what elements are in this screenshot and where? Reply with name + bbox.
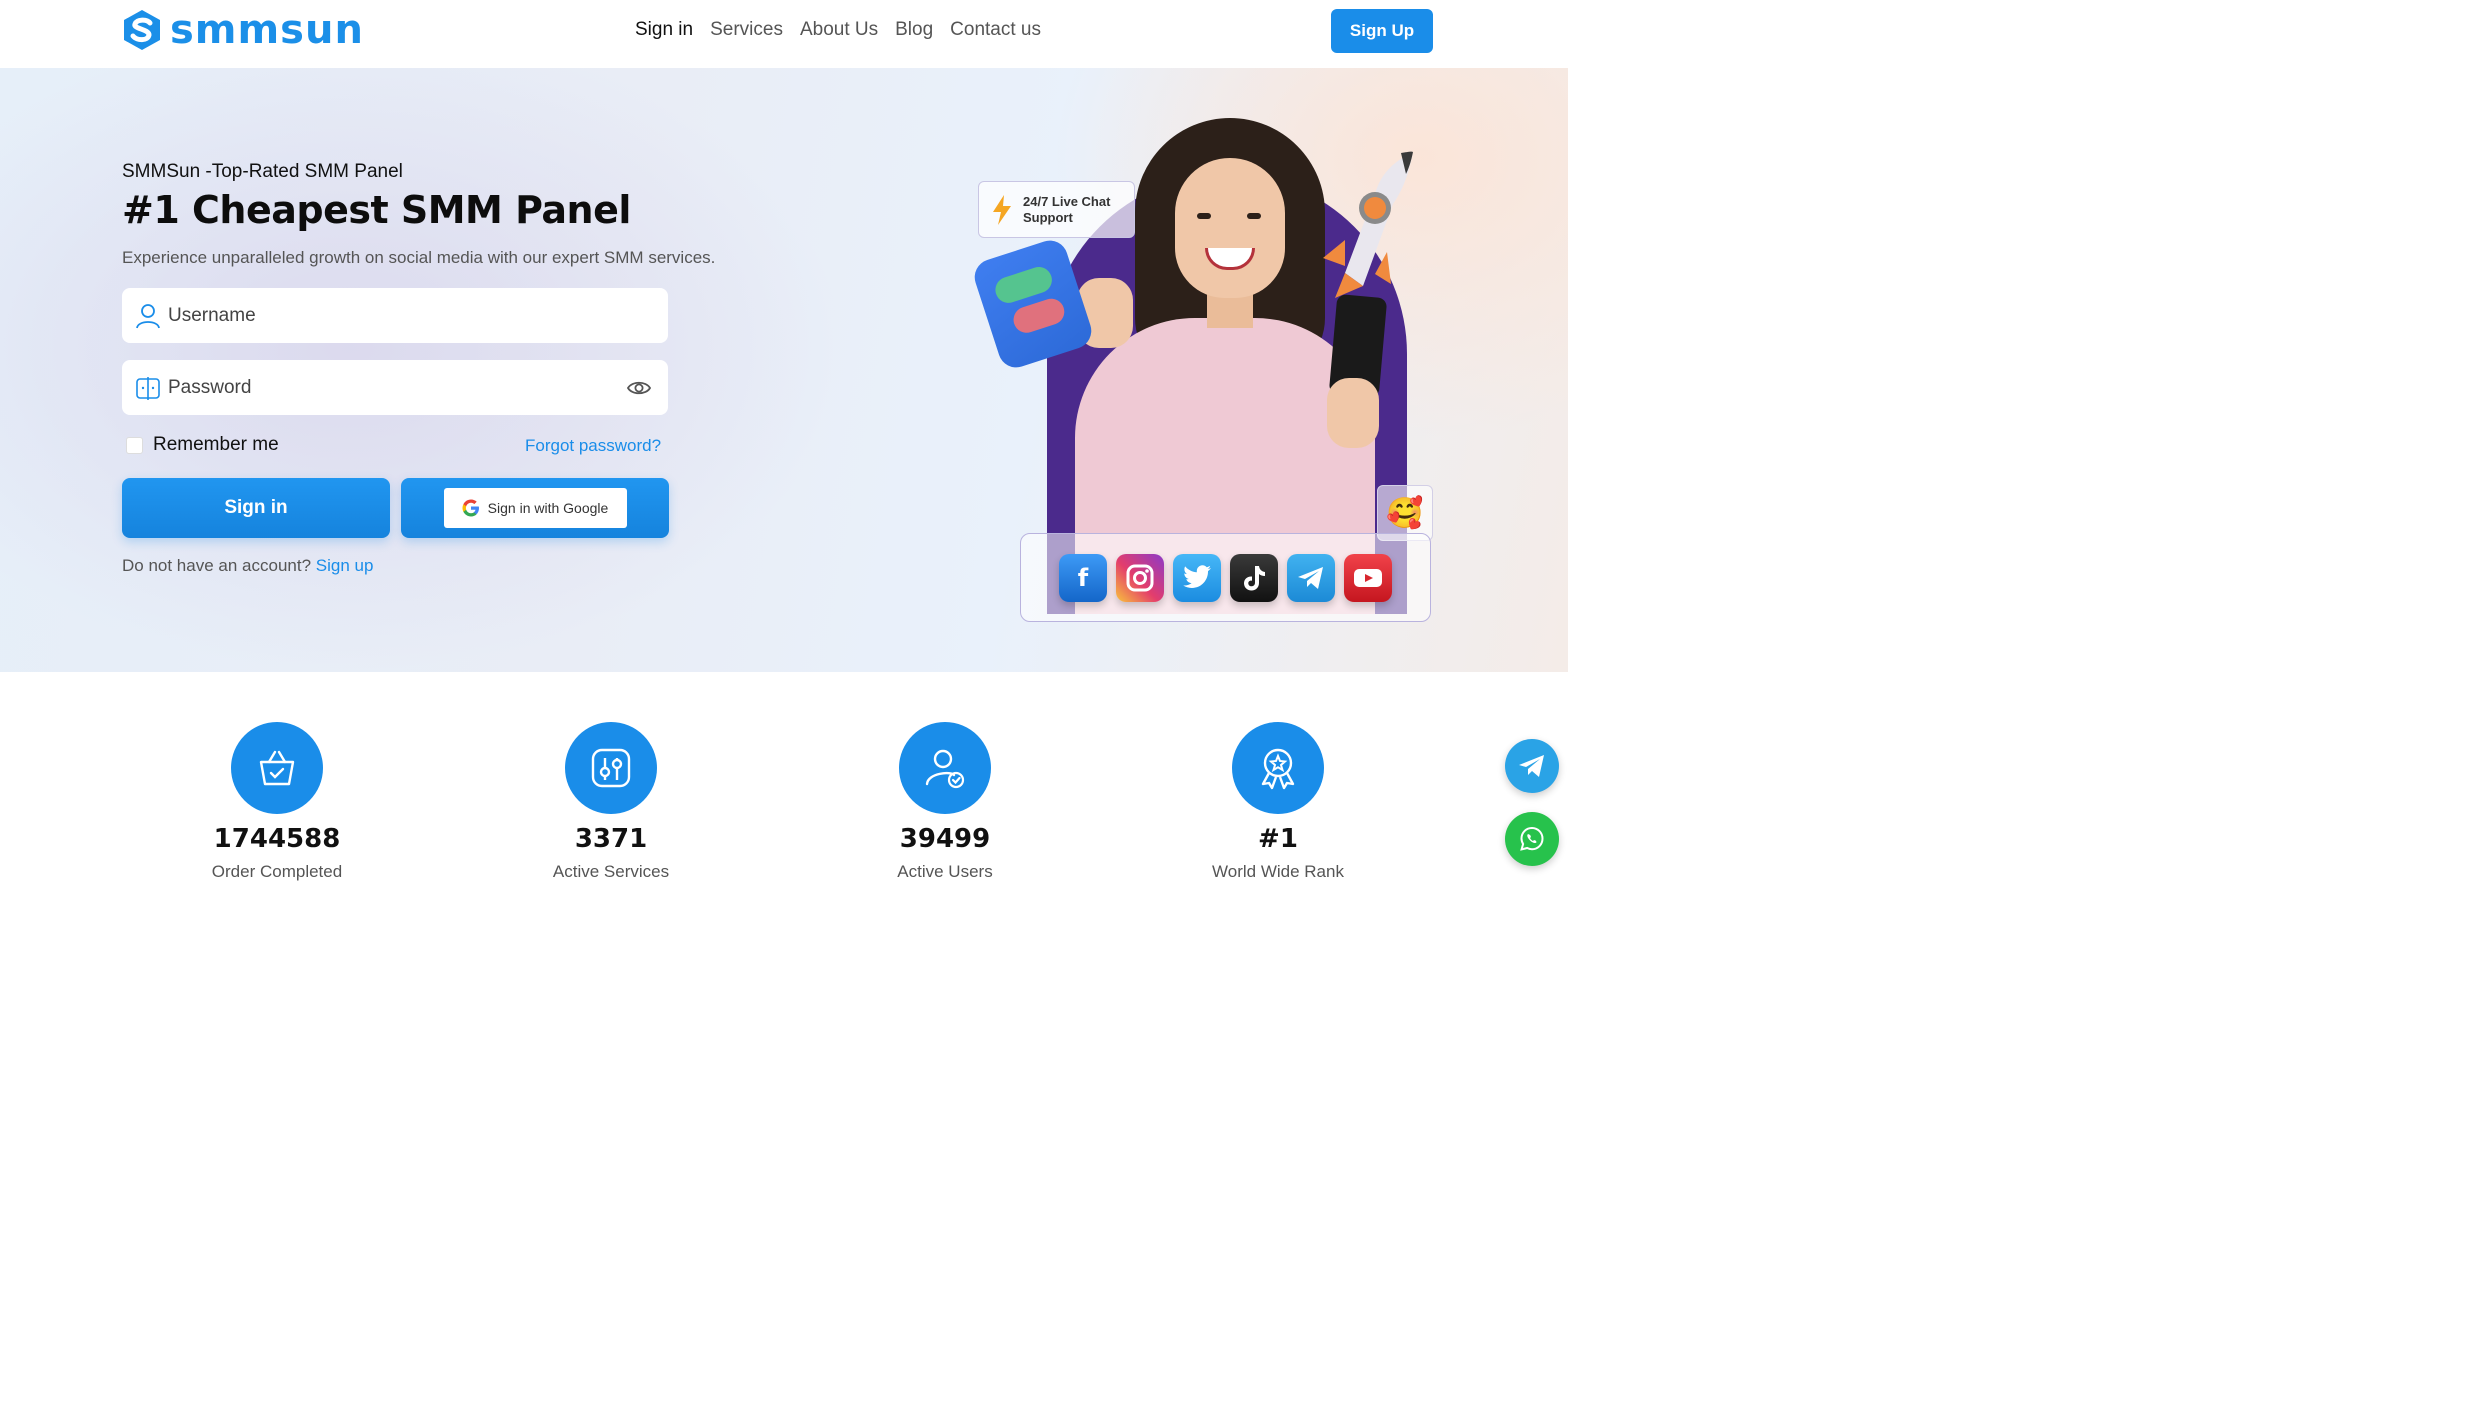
signup-link[interactable]: Sign up bbox=[316, 556, 374, 575]
red-bubble bbox=[1010, 295, 1068, 337]
username-input[interactable] bbox=[168, 304, 608, 327]
stat-value: 39499 bbox=[899, 824, 991, 854]
stat-icon-circle bbox=[565, 722, 657, 814]
username-field bbox=[122, 288, 668, 343]
person-hand bbox=[1327, 378, 1379, 448]
header-signup-button[interactable]: Sign Up bbox=[1331, 9, 1433, 53]
google-icon bbox=[462, 499, 479, 517]
telegram-float-button[interactable] bbox=[1505, 739, 1559, 793]
show-password-eye-icon[interactable] bbox=[626, 375, 652, 401]
stat-label: Active Users bbox=[897, 862, 993, 881]
social-icons-bar: f bbox=[1020, 533, 1431, 622]
logo-text: smmsun bbox=[170, 7, 364, 53]
live-chat-line2: Support bbox=[1023, 209, 1073, 225]
site-header: smmsun Sign in Services About Us Blog Co… bbox=[0, 0, 1568, 68]
signin-button[interactable]: Sign in bbox=[122, 478, 390, 538]
stats-section: 1744588 Order Completed 3371 Active Serv… bbox=[0, 672, 1568, 891]
no-account-label: Do not have an account? bbox=[122, 556, 312, 575]
rocket-icon bbox=[1323, 151, 1413, 298]
stat-label: Order Completed bbox=[211, 862, 343, 881]
nav-contact-us[interactable]: Contact us bbox=[950, 18, 1041, 42]
stat-label: World Wide Rank bbox=[1212, 862, 1344, 881]
user-icon bbox=[136, 303, 160, 328]
stat-services: 3371 Active Services bbox=[501, 722, 721, 882]
telegram-social-icon bbox=[1287, 553, 1335, 602]
youtube-icon bbox=[1344, 553, 1392, 602]
password-icon bbox=[136, 376, 160, 400]
stat-icon-circle bbox=[899, 722, 991, 814]
smmsun-logo-icon bbox=[124, 10, 160, 50]
nav-services[interactable]: Services bbox=[710, 18, 783, 42]
sliders-icon bbox=[591, 748, 631, 788]
stat-rank: #1 World Wide Rank bbox=[1168, 722, 1388, 882]
person-face bbox=[1175, 158, 1285, 298]
instagram-icon bbox=[1116, 553, 1164, 602]
forgot-password-link[interactable]: Forgot password? bbox=[525, 436, 661, 456]
nav-blog[interactable]: Blog bbox=[895, 18, 933, 42]
hero-eyebrow: SMMSun -Top-Rated SMM Panel bbox=[122, 161, 403, 182]
nav-sign-in[interactable]: Sign in bbox=[635, 18, 693, 42]
stat-value: 3371 bbox=[574, 824, 648, 854]
facebook-icon: f bbox=[1059, 553, 1107, 602]
live-chat-line1: 24/7 Live Chat bbox=[1023, 193, 1111, 209]
google-signin-label: Sign in with Google bbox=[487, 500, 609, 516]
stat-value: #1 bbox=[1258, 824, 1298, 854]
google-signin-area: Sign in with Google bbox=[401, 478, 669, 538]
hero-subtitle: Experience unparalleled growth on social… bbox=[122, 248, 716, 267]
lightning-bolt-icon bbox=[993, 194, 1011, 225]
google-signin-button[interactable]: Sign in with Google bbox=[443, 488, 627, 528]
stat-orders: 1744588 Order Completed bbox=[167, 722, 387, 882]
live-chat-text: 24/7 Live Chat Support bbox=[1023, 194, 1110, 226]
basket-check-icon bbox=[259, 750, 295, 786]
remember-me-checkbox[interactable] bbox=[126, 436, 143, 454]
password-input[interactable] bbox=[168, 376, 608, 399]
stat-icon-circle bbox=[1232, 722, 1324, 814]
stat-users: 39499 Active Users bbox=[835, 722, 1055, 882]
main-nav: Sign in Services About Us Blog Contact u… bbox=[635, 18, 1041, 42]
stat-label: Active Services bbox=[552, 862, 670, 881]
award-icon bbox=[1261, 748, 1295, 790]
stat-value: 1744588 bbox=[213, 824, 341, 854]
stat-icon-circle bbox=[231, 722, 323, 814]
remember-me: Remember me bbox=[126, 434, 279, 456]
hero-section: SMMSun -Top-Rated SMM Panel #1 Cheapest … bbox=[0, 68, 1568, 672]
no-account-text: Do not have an account? Sign up bbox=[122, 556, 373, 576]
remember-me-label: Remember me bbox=[153, 434, 279, 455]
logo[interactable]: smmsun bbox=[120, 8, 364, 52]
smiling-face-hearts-icon: 🥰 bbox=[1386, 495, 1424, 531]
tiktok-icon bbox=[1230, 553, 1278, 602]
twitter-icon bbox=[1173, 553, 1221, 602]
nav-about-us[interactable]: About Us bbox=[800, 18, 878, 42]
whatsapp-icon bbox=[1520, 826, 1544, 851]
live-chat-card: 24/7 Live Chat Support bbox=[978, 181, 1135, 238]
whatsapp-float-button[interactable] bbox=[1505, 812, 1559, 866]
hero-title: #1 Cheapest SMM Panel bbox=[122, 188, 631, 232]
password-field bbox=[122, 360, 668, 415]
person-left-eye bbox=[1197, 213, 1211, 219]
telegram-icon bbox=[1519, 755, 1544, 777]
user-check-icon bbox=[925, 749, 965, 789]
person-right-eye bbox=[1247, 213, 1261, 219]
